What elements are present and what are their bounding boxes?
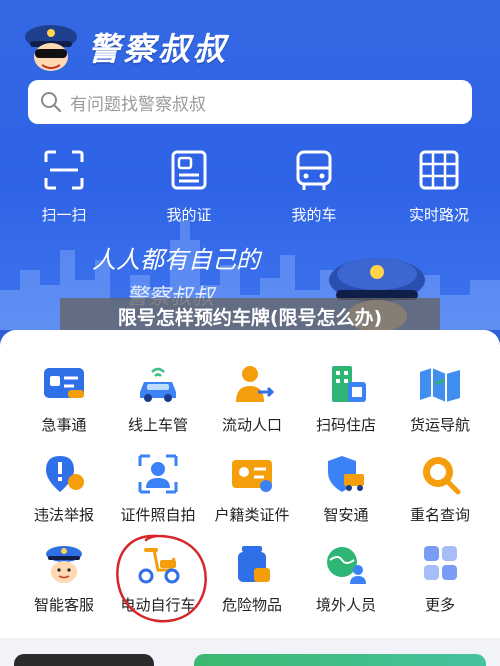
service-dangerous-goods[interactable]: 危险物品 [202, 542, 302, 615]
quick-action-my-car[interactable]: 我的车 [264, 148, 364, 225]
id-photo-icon [138, 454, 178, 494]
app-title: 警察叔叔 [88, 30, 229, 68]
service-label: 扫码住店 [315, 416, 376, 434]
quick-action-traffic[interactable]: 实时路况 [389, 148, 489, 225]
quick-action-label: 我的车 [291, 206, 337, 224]
household-card-icon [232, 460, 272, 492]
quick-action-label: 我的证 [166, 206, 212, 224]
hazard-bottle-icon [238, 546, 270, 582]
service-label: 违法举报 [33, 506, 94, 524]
quick-action-scan[interactable]: 扫一扫 [14, 148, 114, 225]
service-label: 户籍类证件 [214, 506, 290, 524]
hotel-icon [332, 366, 366, 402]
red-hand-drawn-circle [116, 534, 207, 623]
service-label: 流动人口 [221, 416, 282, 434]
report-pin-icon [46, 456, 84, 492]
service-label: 智能客服 [33, 596, 94, 614]
service-label: 重名查询 [409, 506, 470, 524]
service-label: 货运导航 [409, 416, 470, 434]
car-front-icon [296, 150, 332, 190]
search-placeholder: 有问题找警察叔叔 [70, 94, 206, 115]
service-label: 危险物品 [221, 596, 282, 614]
quick-action-label: 实时路况 [408, 206, 469, 224]
search-icon [41, 92, 61, 112]
quick-actions: 扫一扫 我的证 我的车 实时路况 [0, 148, 500, 228]
quick-action-my-id[interactable]: 我的证 [139, 148, 239, 225]
app-header: 警察叔叔 [22, 18, 228, 76]
shield-truck-icon [328, 456, 364, 492]
name-search-icon [423, 457, 461, 495]
search-bar[interactable]: 有问题找警察叔叔 [28, 80, 472, 124]
service-freight-navigation[interactable]: 货运导航 [390, 362, 490, 435]
service-label: 线上车管 [127, 416, 188, 434]
urgent-card-icon [44, 368, 84, 398]
service-label: 境外人员 [315, 596, 376, 614]
service-name-search[interactable]: 重名查询 [390, 452, 490, 525]
person-arrow-icon [236, 366, 275, 402]
service-label: 急事通 [41, 416, 87, 434]
slogan-line-1: 人人都有自己的 [92, 246, 263, 274]
quick-action-label: 扫一扫 [41, 206, 87, 224]
service-online-vehicle[interactable]: 线上车管 [108, 362, 208, 435]
globe-person-icon [327, 547, 366, 584]
service-label: 智安通 [323, 506, 369, 524]
hero-banner: 警察叔叔 有问题找警察叔叔 扫一扫 我的证 我的车 实时路况 人人都有自己的 [0, 0, 500, 330]
service-household-certificate[interactable]: 户籍类证件 [202, 452, 302, 525]
service-id-photo[interactable]: 证件照自拍 [108, 452, 208, 525]
services-grid: 急事通 线上车管 流动人口 扫码住店 货运导航 违法举报 证件照自拍 户籍类证件… [0, 330, 500, 666]
service-more[interactable]: 更多 [390, 542, 490, 615]
service-floating-population[interactable]: 流动人口 [202, 362, 302, 435]
scan-icon [44, 150, 84, 190]
police-avatar-icon [46, 546, 82, 583]
promo-card-left[interactable] [14, 654, 154, 666]
car-wifi-icon [140, 367, 176, 402]
id-card-icon [171, 150, 207, 190]
service-violation-report[interactable]: 违法举报 [14, 452, 114, 525]
service-foreigners[interactable]: 境外人员 [296, 542, 396, 615]
traffic-map-icon [419, 150, 459, 190]
more-grid-icon [424, 546, 457, 580]
service-label: 更多 [424, 596, 455, 614]
service-label: 证件照自拍 [120, 506, 196, 524]
police-mascot-logo [25, 25, 77, 71]
service-smart-support[interactable]: 智能客服 [14, 542, 114, 615]
service-hotel-checkin[interactable]: 扫码住店 [296, 362, 396, 435]
promo-card-right[interactable] [194, 654, 486, 666]
service-zhiantong[interactable]: 智安通 [296, 452, 396, 525]
map-icon [420, 368, 460, 402]
service-urgent[interactable]: 急事通 [14, 362, 114, 435]
